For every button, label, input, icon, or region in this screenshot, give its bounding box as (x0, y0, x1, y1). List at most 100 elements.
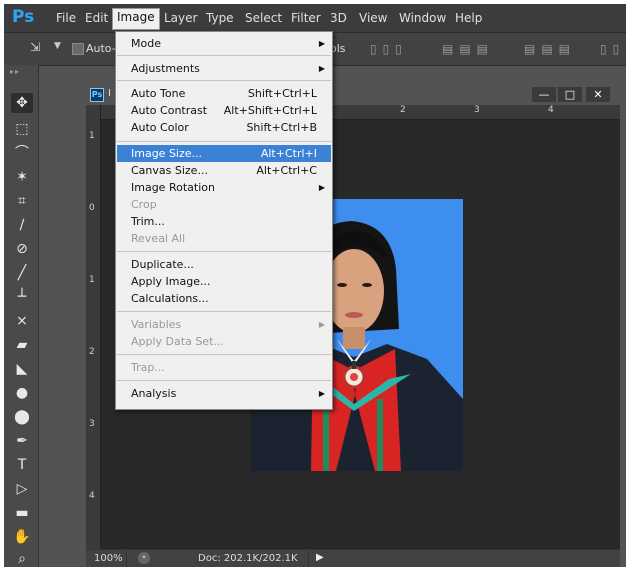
menu-3d[interactable]: 3D (326, 10, 351, 26)
submenu-arrow-icon: ▶ (318, 389, 325, 398)
menu-help[interactable]: Help (451, 10, 486, 26)
menu-item-analysis[interactable]: Analysis ▶ (117, 385, 331, 402)
menu-item-canvas-size[interactable]: Canvas Size... Alt+Ctrl+C (117, 162, 331, 179)
crop-tool-icon[interactable]: ⌗ (11, 191, 33, 211)
healing-brush-tool-icon[interactable]: ⊘ (11, 239, 33, 259)
menu-item-image-size[interactable]: Image Size... Alt+Ctrl+I (117, 145, 331, 162)
auto-select-checkbox[interactable] (72, 43, 84, 55)
menu-item-duplicate[interactable]: Duplicate... (117, 256, 331, 273)
vertical-ruler: 1 0 1 2 3 4 (86, 105, 101, 555)
move-tool-icon[interactable]: ✥ (11, 93, 33, 113)
magic-wand-tool-icon[interactable]: ✶ (11, 167, 33, 187)
menu-item-label: Auto Tone (131, 87, 186, 100)
menu-item-label: Variables (131, 318, 182, 331)
eraser-tool-icon[interactable]: ▰ (11, 335, 33, 355)
eyedropper-tool-icon[interactable]: ∕ (11, 215, 33, 235)
menu-item-label: Apply Image... (131, 275, 211, 288)
menu-item-trap: Trap... (117, 359, 331, 376)
dodge-tool-icon[interactable]: ⬤ (11, 407, 33, 427)
menu-item-apply-image[interactable]: Apply Image... (117, 273, 331, 290)
menu-window[interactable]: Window (395, 10, 450, 26)
photoshop-window: Ps File Edit Image Layer Type Select Fil… (4, 4, 626, 567)
lasso-tool-icon[interactable]: ⌒ (11, 143, 33, 163)
document-size: Doc: 202.1K/202.1K (198, 553, 298, 564)
auto-select-label: Auto- (86, 42, 116, 55)
rectangle-tool-icon[interactable]: ▬ (11, 503, 33, 523)
type-tool-icon[interactable]: T (11, 455, 33, 475)
menu-separator (117, 55, 331, 56)
menu-item-shortcut: Alt+Ctrl+C (256, 164, 317, 177)
zoom-level[interactable]: 100% (94, 553, 123, 564)
stamp-tool-icon[interactable]: ┴ (11, 287, 33, 307)
path-selection-tool-icon[interactable]: ▷ (11, 479, 33, 499)
align-icons[interactable]: ▯▯▯ (370, 42, 408, 56)
menu-item-auto-contrast[interactable]: Auto Contrast Alt+Shift+Ctrl+L (117, 102, 331, 119)
status-divider (308, 550, 309, 567)
menu-file[interactable]: File (52, 10, 80, 26)
menu-separator (117, 354, 331, 355)
ruler-mark: 3 (89, 419, 95, 429)
menu-item-auto-tone[interactable]: Auto Tone Shift+Ctrl+L (117, 85, 331, 102)
ruler-mark: 2 (400, 105, 406, 115)
status-menu-arrow-icon[interactable]: ▶ (316, 552, 324, 563)
history-brush-tool-icon[interactable]: ⨯ (11, 311, 33, 331)
menu-item-calculations[interactable]: Calculations... (117, 290, 331, 307)
distribute-icons-2[interactable]: ▯▯ (600, 42, 625, 56)
document-info-icon[interactable]: • (138, 552, 150, 564)
paint-bucket-tool-icon[interactable]: ◣ (11, 359, 33, 379)
menu-item-shortcut: Alt+Ctrl+I (260, 147, 317, 160)
menu-select[interactable]: Select (241, 10, 286, 26)
move-tool-icon[interactable]: ⇲ (30, 40, 40, 54)
hand-tool-icon[interactable]: ✋ (11, 527, 33, 547)
document-tab-label: I (108, 88, 111, 99)
menu-type[interactable]: Type (202, 10, 238, 26)
distribute-icons[interactable]: ▤▤▤ (524, 42, 576, 56)
menu-view[interactable]: View (355, 10, 391, 26)
menu-item-adjustments[interactable]: Adjustments ▶ (117, 60, 331, 77)
blur-tool-icon[interactable]: ● (11, 383, 33, 403)
status-bar: 100% • Doc: 202.1K/202.1K ▶ (86, 549, 620, 567)
ruler-mark: 3 (474, 105, 480, 115)
menu-item-shortcut: Shift+Ctrl+L (247, 87, 317, 100)
restore-button[interactable]: □ (558, 87, 582, 102)
menu-item-label: Apply Data Set... (131, 335, 224, 348)
menu-layer[interactable]: Layer (160, 10, 201, 26)
menu-item-image-rotation[interactable]: Image Rotation ▶ (117, 179, 331, 196)
menu-item-shortcut: Alt+Shift+Ctrl+L (223, 104, 317, 117)
zoom-tool-icon[interactable]: ⌕ (11, 549, 33, 567)
menu-item-mode[interactable]: Mode ▶ (117, 35, 331, 52)
menu-filter[interactable]: Filter (287, 10, 325, 26)
menu-item-label: Image Size... (131, 147, 203, 160)
submenu-arrow-icon: ▶ (318, 183, 325, 192)
menu-item-label: Canvas Size... (131, 164, 208, 177)
menu-item-label: Auto Contrast (131, 104, 208, 117)
ruler-mark: 4 (548, 105, 554, 115)
menu-item-crop: Crop (117, 196, 331, 213)
menu-item-reveal-all: Reveal All (117, 230, 331, 247)
panel-grip-icon[interactable]: ▸▸ (10, 67, 20, 76)
status-divider (126, 550, 127, 567)
menu-item-label: Auto Color (131, 121, 189, 134)
menu-item-label: Image Rotation (131, 181, 215, 194)
align-icons-2[interactable]: ▤▤▤ (442, 42, 494, 56)
menu-item-label: Trim... (131, 215, 165, 228)
menu-item-auto-color[interactable]: Auto Color Shift+Ctrl+B (117, 119, 331, 136)
menu-edit[interactable]: Edit (81, 10, 112, 26)
submenu-arrow-icon: ▶ (318, 64, 325, 73)
ruler-mark: 1 (89, 131, 95, 141)
close-button[interactable]: ✕ (586, 87, 610, 102)
menu-item-label: Crop (131, 198, 157, 211)
menu-item-trim[interactable]: Trim... (117, 213, 331, 230)
menu-separator (117, 311, 331, 312)
pen-tool-icon[interactable]: ✒ (11, 431, 33, 451)
ruler-mark: 0 (89, 203, 95, 213)
menu-image[interactable]: Image (112, 8, 160, 30)
tool-preset-dropdown-icon[interactable]: ▼ (54, 41, 61, 51)
submenu-arrow-icon: ▶ (318, 320, 325, 329)
menu-separator (117, 80, 331, 81)
minimize-button[interactable]: — (532, 87, 556, 102)
marquee-tool-icon[interactable]: ⬚ (11, 119, 33, 139)
brush-tool-icon[interactable]: ╱ (11, 263, 33, 283)
ruler-mark: 2 (89, 347, 95, 357)
menu-item-label: Analysis (131, 387, 177, 400)
